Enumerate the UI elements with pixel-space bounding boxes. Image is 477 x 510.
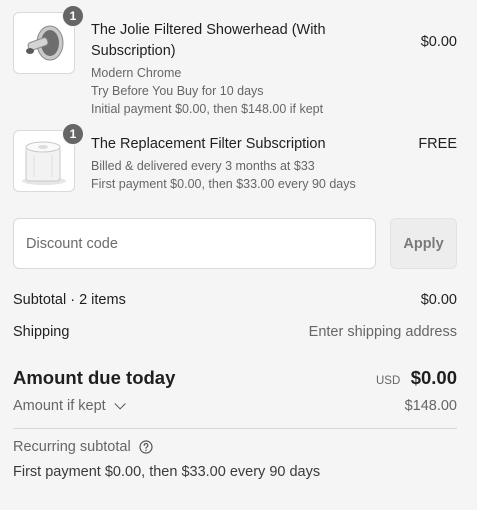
line-item-payment-note: Initial payment $0.00, then $148.00 if k… [91, 102, 324, 116]
line-item-trial: Try Before You Buy for 10 days [91, 84, 264, 98]
shipping-label: Shipping [13, 324, 70, 340]
subtotal-row: Subtotal · 2 items $0.00 [13, 292, 457, 308]
line-item-title: The Jolie Filtered Showerhead (With Subs… [91, 22, 326, 59]
showerhead-thumbnail: 1 [13, 5, 84, 74]
amount-due-total: USD $0.00 [376, 367, 457, 389]
amount-if-kept-row: Amount if kept $148.00 [13, 398, 457, 414]
recurring-subtotal-label: Recurring subtotal [13, 439, 131, 455]
divider [13, 428, 457, 429]
line-item-info: The Jolie Filtered Showerhead (With Subs… [91, 20, 457, 118]
line-item: 1 The Jolie Filtered Showerhead (With Su… [13, 5, 457, 118]
amount-due-value: $0.00 [410, 367, 457, 388]
currency-code: USD [375, 375, 401, 387]
quantity-badge: 1 [62, 5, 84, 27]
amount-if-kept-label: Amount if kept [13, 398, 106, 414]
discount-code-input[interactable] [13, 218, 376, 269]
recurring-subtotal-text: First payment $0.00, then $33.00 every 9… [13, 464, 321, 480]
chevron-down-icon[interactable] [114, 398, 126, 410]
line-item-price: FREE [418, 136, 457, 152]
line-item-payment-note: First payment $0.00, then $33.00 every 9… [91, 177, 356, 191]
line-item-price: $0.00 [420, 34, 457, 50]
subtotal-value: $0.00 [420, 292, 457, 308]
apply-discount-button[interactable]: Apply [390, 218, 457, 269]
quantity-badge: 1 [62, 123, 84, 145]
subtotal-label: Subtotal · 2 items [13, 292, 126, 308]
line-item-info: The Replacement Filter Subscription Bill… [91, 134, 457, 193]
amount-if-kept-value: $148.00 [404, 398, 457, 414]
shipping-row: Shipping Enter shipping address [13, 324, 457, 340]
question-circle-icon[interactable] [139, 440, 153, 454]
line-item-delivery: Billed & delivered every 3 months at $33 [91, 159, 315, 173]
discount-form: Apply [13, 218, 457, 269]
recurring-subtotal-heading: Recurring subtotal [13, 439, 153, 455]
shipping-value: Enter shipping address [308, 324, 457, 340]
line-item: 1 The Replacement Filter Subscription Bi… [13, 123, 457, 193]
line-item-title: The Replacement Filter Subscription [91, 136, 326, 152]
amount-due-row: Amount due today USD $0.00 [13, 367, 457, 389]
amount-due-label: Amount due today [13, 367, 176, 388]
line-item-variant: Modern Chrome [91, 66, 182, 80]
filter-thumbnail: 1 [13, 123, 84, 192]
amount-if-kept-toggle[interactable]: Amount if kept [13, 398, 126, 414]
